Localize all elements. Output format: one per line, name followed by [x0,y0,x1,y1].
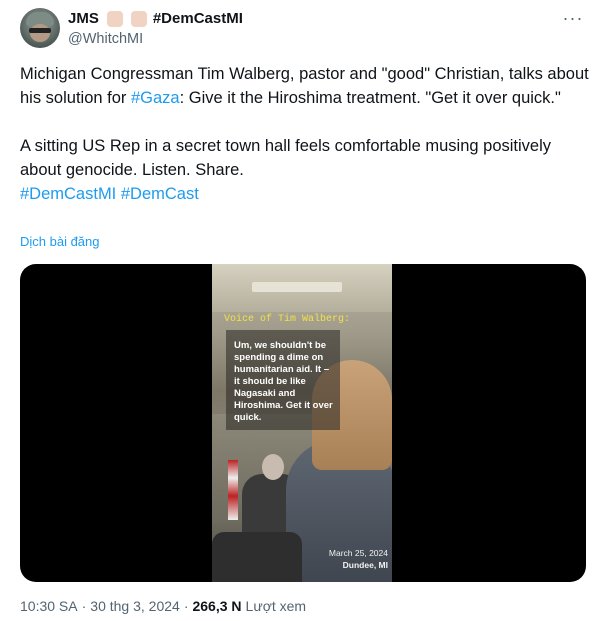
video-location-stamp: Dundee, MI [342,560,388,570]
flag-image [228,460,238,520]
view-count-label: Lượt xem [245,598,307,614]
avatar[interactable] [20,8,60,48]
tweet-paragraph-2: A sitting US Rep in a secret town hall f… [20,137,551,179]
more-options-icon[interactable]: ··· [561,8,585,28]
author-name[interactable]: JMS [68,10,99,27]
tweet-card: JMS #DemCastMI @WhitchMI ··· Michigan Co… [0,0,605,621]
tweet-paragraph-1: Michigan Congressman Tim Walberg, pastor… [20,62,590,110]
separator: · [81,598,87,614]
author-hashtag[interactable]: #DemCastMI [153,10,243,27]
tweet-hashtags: #DemCastMI #DemCast [20,182,590,206]
author-name-row[interactable]: JMS #DemCastMI [68,10,243,27]
tweet-text-part: : Give it the Hiroshima treatment. "Get … [179,89,561,107]
video-caption-title: Voice of Tim Walberg: [224,314,351,325]
tweet-meta: 10:30 SA · 30 thg 3, 2024 · 266,3 N Lượt… [20,598,306,614]
post-date[interactable]: 30 thg 3, 2024 [90,598,180,614]
tweet-text: Michigan Congressman Tim Walberg, pastor… [20,62,590,206]
demcastmi-hashtag-link[interactable]: #DemCastMI [20,185,116,203]
video-date-stamp: March 25, 2024 [328,548,388,558]
author-handle[interactable]: @WhitchMI [68,31,143,47]
raised-hand-emoji-icon [130,10,147,27]
avatar-glasses [29,28,51,33]
video-player[interactable]: Voice of Tim Walberg: Um, we shouldn't b… [20,264,586,582]
translate-post-link[interactable]: Dịch bài đăng [20,234,100,249]
video-frame: Voice of Tim Walberg: Um, we shouldn't b… [212,264,392,582]
demcast-hashtag-link[interactable]: #DemCast [121,185,199,203]
avatar-face [30,24,50,42]
separator: · [183,598,189,614]
video-caption-text: Um, we shouldn't be spending a dime on h… [226,330,340,430]
view-count: 266,3 N [192,598,242,614]
post-time[interactable]: 10:30 SA [20,598,78,614]
hand-emoji-icon [106,10,123,27]
gaza-hashtag-link[interactable]: #Gaza [131,89,180,107]
